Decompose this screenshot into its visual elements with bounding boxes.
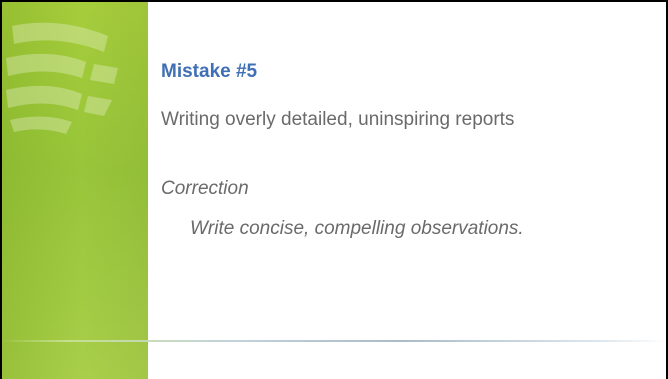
slide-title: Mistake #5	[161, 61, 258, 82]
mistake-description: Writing overly detailed, uninspiring rep…	[161, 109, 515, 130]
correction-heading: Correction	[161, 178, 249, 199]
correction-description: Write concise, compelling observations.	[190, 218, 524, 239]
globe-logo-icon	[6, 22, 118, 134]
bottom-separator-line	[0, 340, 668, 342]
slide: Mistake #5 Writing overly detailed, unin…	[0, 0, 668, 379]
